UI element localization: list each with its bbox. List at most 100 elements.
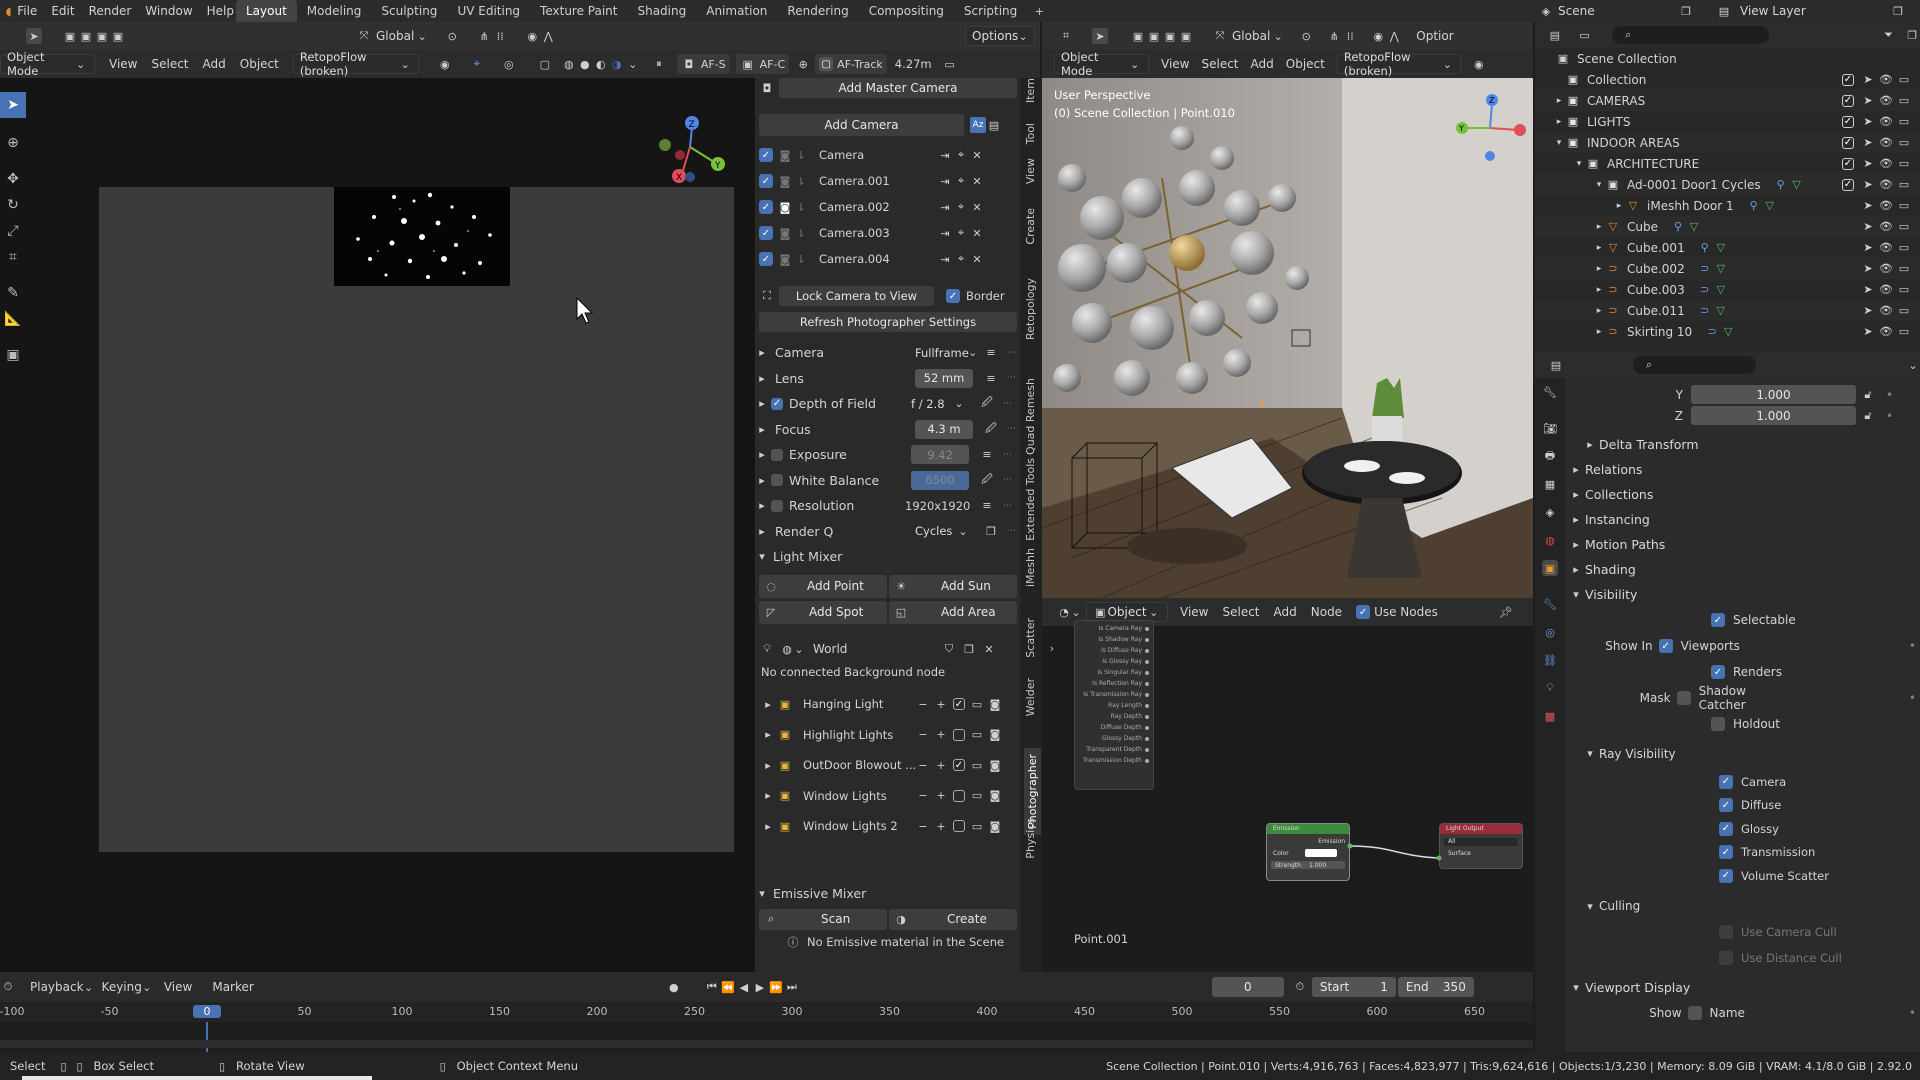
camera-enable-checkbox[interactable]: ✓ [759, 200, 773, 214]
mode-selector[interactable]: Object Mode ⌄ [1054, 50, 1149, 78]
camera-enable-checkbox[interactable]: ✓ [759, 226, 773, 240]
select-tool-icon[interactable]: ➤ [1092, 28, 1108, 44]
camera-flip-icon[interactable]: ⇂ [793, 251, 809, 267]
viewports-checkbox[interactable]: ✓ [1658, 639, 1673, 653]
render-monitor-icon[interactable]: ▭ [1896, 303, 1912, 319]
light-collection-row[interactable]: ▸ ▣ Window Lights 2 − + ▭ ◙ [759, 811, 1017, 842]
workspace-tab[interactable]: Sculpting [371, 0, 447, 22]
select-subtract-icon[interactable]: ▣ [94, 28, 110, 44]
emission-strength-field[interactable]: Strength 1.000 [1271, 861, 1345, 869]
render-monitor-icon[interactable]: ▭ [1896, 93, 1912, 109]
snap-icon[interactable]: ⋔ [476, 28, 492, 44]
drag-handle-icon[interactable]: ⋯ [1007, 348, 1016, 358]
world-tab-icon[interactable]: ◍ [1542, 532, 1558, 548]
camera-cull-checkbox[interactable] [1719, 924, 1733, 939]
timeline-tracks[interactable] [0, 1022, 1533, 1052]
select-mode-icon[interactable]: ▣ [1130, 28, 1146, 44]
outliner-row[interactable]: ▸ ▣ LIGHTS ✓ ➤ 👁︎ ▭ [1535, 111, 1920, 132]
decrease-icon[interactable]: − [915, 727, 931, 743]
visibility-icon[interactable]: ◉ [1471, 56, 1487, 72]
render-monitor-icon[interactable]: ▭ [1896, 72, 1912, 88]
scale-y-field[interactable]: 1.000 [1691, 385, 1856, 404]
eye-icon[interactable]: 👁︎ [1878, 135, 1894, 151]
view-layer-tab-icon[interactable]: ▦ [1542, 476, 1558, 492]
keyframe-dot-icon[interactable]: • [1886, 409, 1893, 423]
render-monitor-icon[interactable]: ▭ [1896, 177, 1912, 193]
current-frame-field[interactable]: 0 [1211, 977, 1284, 997]
display-mode-icon[interactable]: ▭ [1577, 27, 1593, 43]
timeline-ruler[interactable]: -100 -50 0 50 100 150 200 250 300 350 400 450 500 550… [0, 1002, 1533, 1022]
viewport-display-header[interactable]: ▾ Viewport Display [1571, 975, 1916, 1000]
output-socket[interactable] [1145, 648, 1149, 653]
timeline-scrollbar[interactable] [0, 1040, 1533, 1048]
drag-handle-icon[interactable]: ⋯ [1007, 373, 1016, 383]
camera-list-item[interactable]: ✓ ◙ ⇂ Camera.002 ⇥ ⌖ ✕ [759, 194, 1017, 220]
world-name-field[interactable]: World [807, 639, 937, 659]
expand-toggle-icon[interactable]: ▸ [1553, 93, 1565, 109]
eye-icon[interactable]: 👁︎ [1878, 324, 1894, 340]
overlay-icon[interactable]: ◎ [501, 56, 517, 72]
drag-handle-icon[interactable]: ⋯ [1007, 526, 1016, 536]
menu-marker[interactable]: Marker [212, 980, 253, 994]
delta-transform-header[interactable]: ▸ Delta Transform [1571, 432, 1916, 457]
camera-name-field[interactable]: Camera.003 [813, 222, 931, 244]
property-section-header[interactable]: ▸ Shading [1571, 557, 1916, 582]
camera-flip-icon[interactable]: ⇂ [793, 199, 809, 215]
snap-grid-icon[interactable]: ⁞⁞ [1342, 28, 1358, 44]
camera-render-icon[interactable]: ◙ [777, 199, 793, 215]
chevron-right-icon[interactable]: ▸ [763, 757, 773, 773]
drag-handle-icon[interactable]: ⋯ [1003, 501, 1012, 511]
solid-shading-icon[interactable]: ● [577, 56, 593, 72]
outliner-row[interactable]: ▸ ⊃ Skirting 10 ⊃ ▽ ➤ 👁︎ ▭ [1535, 321, 1920, 342]
new-view-layer-icon[interactable]: ❐ [1890, 3, 1906, 19]
drag-handle-icon[interactable]: ⋯ [1007, 424, 1016, 434]
drag-handle-icon[interactable]: ⋯ [1003, 399, 1012, 409]
chevron-right-icon[interactable]: ▸ [763, 788, 773, 804]
select-extend-icon[interactable]: ▣ [78, 28, 94, 44]
pin-icon[interactable]: 📌︎ [1498, 604, 1514, 620]
light-path-output[interactable]: Transmission Depth [1075, 755, 1153, 766]
jump-start-icon[interactable]: ⏮ [704, 979, 720, 995]
data-tab-icon[interactable]: 💡︎ [1542, 680, 1558, 696]
ray-checkbox[interactable]: ✓ [1719, 821, 1733, 836]
output-socket[interactable] [1145, 692, 1149, 697]
menu-view[interactable]: View [164, 980, 192, 994]
ray-checkbox[interactable]: ✓ [1719, 798, 1733, 813]
record-icon[interactable]: ● [666, 979, 682, 995]
expand-toggle-icon[interactable]: ▾ [1573, 156, 1585, 172]
transform-orientation-label[interactable]: Global [1232, 29, 1270, 43]
light-path-output[interactable]: Is Shadow Ray [1075, 634, 1153, 645]
expand-toggle-icon[interactable]: ▸ [1593, 240, 1605, 256]
light-path-output[interactable]: Ray Depth [1075, 711, 1153, 722]
increase-icon[interactable]: + [933, 788, 949, 804]
sort-az-icon[interactable]: Az [970, 117, 986, 133]
rendered-shading-icon[interactable]: ◑ [609, 56, 625, 72]
setting-preset-icon[interactable]: ≡ [979, 447, 995, 463]
expand-toggle-icon[interactable]: ▸ [1553, 114, 1565, 130]
setting-preset-icon[interactable]: ❐ [983, 523, 999, 539]
emission-node[interactable]: Emission Emission Color Strength 1.000 [1266, 823, 1350, 881]
camera-select-icon[interactable]: ⇥ [937, 251, 953, 267]
light-path-output[interactable]: Is Glossy Ray [1075, 656, 1153, 667]
camera-target-icon[interactable]: ⌖ [953, 225, 969, 241]
editor-type-icon[interactable]: ◔ [1056, 604, 1072, 620]
expand-toggle-icon[interactable]: ▾ [1553, 135, 1565, 151]
menu-select[interactable]: Select [1201, 57, 1238, 71]
scan-button[interactable]: ⌕ Scan [759, 908, 887, 930]
fake-user-shield-icon[interactable]: ⛉ [941, 641, 957, 657]
constraints-tab-icon[interactable]: ⛓︎ [1542, 652, 1558, 668]
menu-keying[interactable]: Keying [102, 980, 142, 994]
keyframe-dot-icon[interactable]: • [1909, 1006, 1916, 1020]
increase-icon[interactable]: + [933, 757, 949, 773]
modifier-tab-icon[interactable]: 🔧︎ [1542, 596, 1558, 612]
output-tab-icon[interactable]: 🖶︎ [1542, 448, 1558, 464]
toolbar-expand-icon[interactable]: › [1044, 640, 1060, 656]
af-s-button[interactable]: ◘ AF-S [676, 54, 730, 74]
selectable-arrow-icon[interactable]: ➤ [1860, 303, 1876, 319]
add-workspace-icon[interactable]: + [1031, 3, 1047, 19]
cursor-tool-icon[interactable]: ⊕ [0, 130, 26, 156]
start-frame-field[interactable]: Start 1 [1311, 977, 1396, 997]
eye-icon[interactable]: 👁︎ [1878, 93, 1894, 109]
light-collection-row[interactable]: ▸ ▣ Window Lights − + ▭ ◙ [759, 781, 1017, 812]
exclude-checkbox[interactable]: ✓ [1842, 94, 1854, 107]
